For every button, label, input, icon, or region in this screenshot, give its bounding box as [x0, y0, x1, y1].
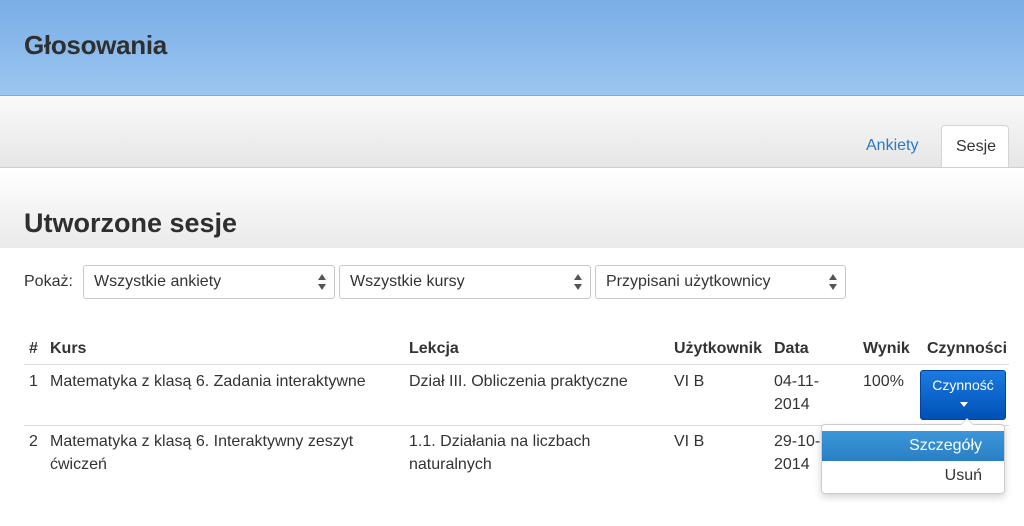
section-header: Utworzone sesje: [0, 168, 1024, 248]
page-title: Głosowania: [24, 30, 167, 60]
select-arrows-icon: [574, 274, 582, 290]
survey-filter-value: Wszystkie ankiety: [94, 273, 222, 290]
caret-down-icon: [960, 402, 968, 407]
row-user: VI B: [674, 373, 705, 390]
col-header-user: Użytkownik: [674, 340, 763, 357]
actions-dropdown-button[interactable]: Czynność: [920, 370, 1006, 420]
select-arrows-icon: [318, 274, 326, 290]
row-lesson-line2: naturalnych: [409, 456, 492, 473]
filters-label: Pokaż:: [24, 273, 73, 290]
col-header-lesson: Lekcja: [409, 340, 459, 357]
row-number: 1: [29, 373, 38, 390]
row-lesson: Dział III. Obliczenia praktyczne: [409, 373, 628, 390]
col-header-number: #: [29, 340, 38, 357]
row-course-line1: Matematyka z klasą 6. Interaktywny zeszy…: [50, 433, 354, 450]
row-date-line2: 2014: [774, 396, 810, 413]
app-header: Głosowania: [0, 0, 1024, 96]
col-header-date: Data: [774, 340, 809, 357]
row-date-line1: 29-10-: [774, 433, 821, 450]
row-lesson-line1: 1.1. Działania na liczbach: [409, 433, 591, 450]
row-course-line2: ćwiczeń: [50, 456, 107, 473]
menu-item-details[interactable]: Szczegóły: [822, 431, 1004, 461]
actions-dropdown-menu: Szczegóły Usuń: [821, 418, 1005, 494]
col-header-actions: Czynności: [927, 340, 1008, 357]
tab-sesje[interactable]: Sesje: [941, 125, 1009, 167]
table-divider: [24, 364, 1009, 365]
tab-ankiety[interactable]: Ankiety: [852, 125, 932, 167]
col-header-score: Wynik: [863, 340, 910, 357]
select-arrows-icon: [829, 274, 837, 290]
row-date-line1: 04-11-: [774, 373, 820, 390]
survey-filter-select[interactable]: Wszystkie ankiety: [83, 265, 335, 299]
actions-button-label: Czynność: [932, 377, 994, 393]
course-filter-select[interactable]: Wszystkie kursy: [339, 265, 591, 299]
row-course: Matematyka z klasą 6. Zadania interaktyw…: [50, 373, 366, 390]
menu-item-delete[interactable]: Usuń: [822, 461, 1004, 491]
col-header-course: Kurs: [50, 340, 87, 357]
user-filter-value: Przypisani użytkownicy: [606, 273, 771, 290]
row-user: VI B: [674, 433, 705, 450]
section-title: Utworzone sesje: [24, 208, 238, 238]
user-filter-select[interactable]: Przypisani użytkownicy: [595, 265, 846, 299]
row-score: 100%: [863, 373, 904, 390]
row-date-line2: 2014: [774, 456, 810, 473]
course-filter-value: Wszystkie kursy: [350, 273, 465, 290]
tab-bar: Ankiety: [0, 96, 1024, 168]
row-number: 2: [29, 433, 38, 450]
